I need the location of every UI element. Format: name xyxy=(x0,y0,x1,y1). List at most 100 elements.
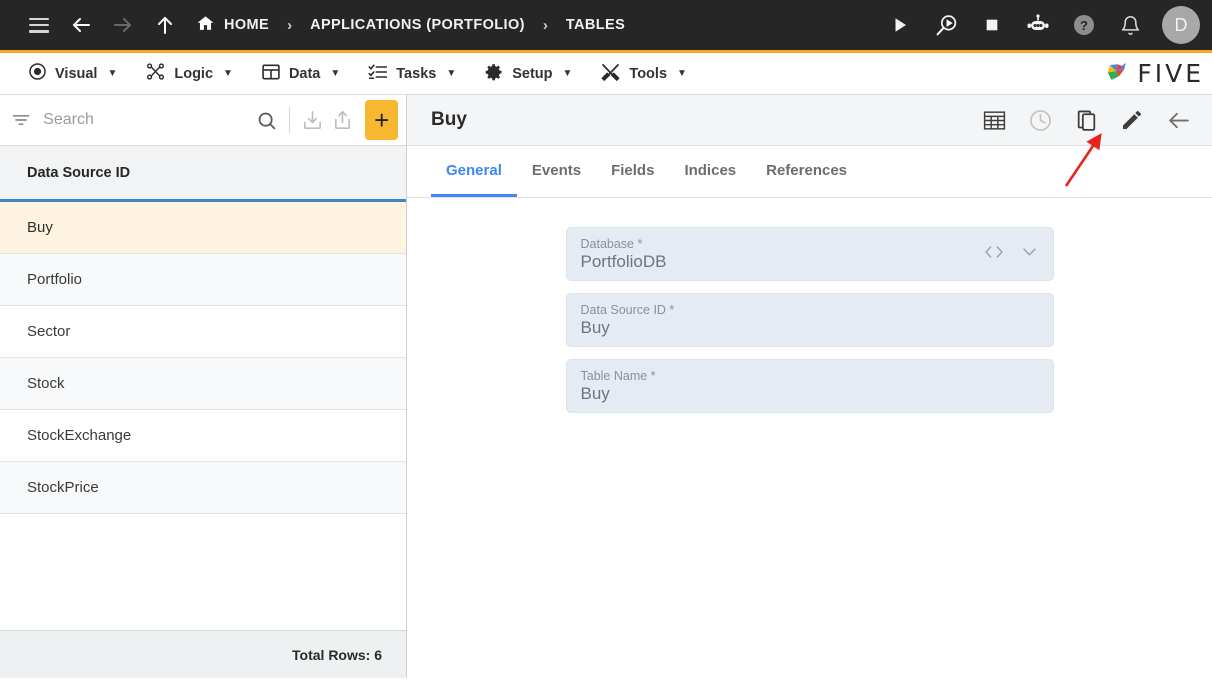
database-field-label: Database * xyxy=(580,236,643,251)
breadcrumb-label-home: HOME xyxy=(224,17,270,33)
chevron-down-icon: ▼ xyxy=(107,68,118,79)
list-item-label: Stock xyxy=(27,375,65,392)
tab-label: References xyxy=(766,162,848,179)
list-item-stock[interactable]: Stock xyxy=(0,358,406,410)
stop-icon[interactable] xyxy=(972,5,1012,45)
bot-icon[interactable] xyxy=(1018,5,1058,45)
brand-logo: FIVE xyxy=(1101,56,1204,91)
content-tabs: General Events Fields Indices References xyxy=(407,146,1212,198)
export-icon[interactable] xyxy=(329,104,355,136)
breadcrumb: HOME › APPLICATIONS (PORTFOLIO) › TABLES xyxy=(192,14,629,37)
list-item-sector[interactable]: Sector xyxy=(0,306,406,358)
main-area: + Data Source ID Buy Portfolio Sector St… xyxy=(0,95,1212,678)
breadcrumb-item-home[interactable]: HOME xyxy=(192,14,273,37)
menu-label-tasks: Tasks xyxy=(396,65,437,82)
sidebar: + Data Source ID Buy Portfolio Sector St… xyxy=(0,95,407,678)
top-navigation-bar: HOME › APPLICATIONS (PORTFOLIO) › TABLES… xyxy=(0,0,1212,50)
table-icon xyxy=(261,62,281,86)
table-name-field-label: Table Name * xyxy=(580,368,656,383)
menu-item-setup[interactable]: Setup ▼ xyxy=(470,53,586,95)
back-arrow-icon[interactable] xyxy=(1158,100,1198,140)
menu-item-tasks[interactable]: Tasks ▼ xyxy=(354,53,470,95)
table-name-field[interactable]: Table Name * Buy xyxy=(565,359,1054,413)
filter-icon[interactable] xyxy=(10,110,31,130)
menu-label-setup: Setup xyxy=(512,65,553,82)
content-panel: Buy General Events Fields Indices Refere… xyxy=(407,95,1212,678)
arrow-forward-icon[interactable] xyxy=(102,4,144,46)
hamburger-icon[interactable] xyxy=(18,4,60,46)
tab-label: Fields xyxy=(611,162,655,179)
tab-label: Events xyxy=(531,162,582,179)
tab-label: Indices xyxy=(684,162,737,179)
table-view-icon[interactable] xyxy=(974,100,1014,140)
list-item-label: StockExchange xyxy=(27,427,132,444)
menu-label-visual: Visual xyxy=(55,65,98,82)
breadcrumb-label-tables: TABLES xyxy=(565,17,626,33)
breadcrumb-label-applications: APPLICATIONS (PORTFOLIO) xyxy=(310,17,525,33)
avatar[interactable]: D xyxy=(1162,6,1200,44)
menu-item-visual[interactable]: Visual ▼ xyxy=(14,53,131,95)
chevron-down-icon: ▼ xyxy=(446,68,457,79)
checklist-icon xyxy=(368,62,388,86)
help-icon[interactable]: ? xyxy=(1064,5,1104,45)
tab-general[interactable]: General xyxy=(431,147,517,197)
data-source-id-field-label: Data Source ID * xyxy=(580,302,675,317)
notifications-icon[interactable] xyxy=(1110,5,1150,45)
top-nav-controls xyxy=(18,4,186,46)
list-item-label: Portfolio xyxy=(27,271,83,288)
menu-label-logic: Logic xyxy=(174,65,214,82)
tab-fields[interactable]: Fields xyxy=(596,147,669,197)
svg-text:?: ? xyxy=(1080,18,1088,33)
tab-events[interactable]: Events xyxy=(517,147,596,197)
content-header-actions xyxy=(974,100,1198,140)
table-name-field-value: Buy xyxy=(580,383,610,403)
arrow-up-icon[interactable] xyxy=(144,4,186,46)
total-rows-label: Total Rows: 6 xyxy=(0,630,406,678)
list-item-stockexchange[interactable]: StockExchange xyxy=(0,410,406,462)
duplicate-copy-icon[interactable] xyxy=(1066,100,1106,140)
data-source-id-field-value: Buy xyxy=(580,317,610,337)
data-source-id-field[interactable]: Data Source ID * Buy xyxy=(565,293,1054,347)
debug-icon[interactable] xyxy=(926,5,966,45)
breadcrumb-separator-2: › xyxy=(542,16,548,34)
database-field-icons xyxy=(984,242,1039,266)
plus-icon: + xyxy=(374,105,390,135)
home-icon xyxy=(196,14,215,37)
list-item-stockprice[interactable]: StockPrice xyxy=(0,462,406,514)
sidebar-toolbar: + xyxy=(0,95,406,146)
top-nav-actions: ? D xyxy=(880,5,1200,45)
menu-label-data: Data xyxy=(288,65,321,82)
data-source-list: Buy Portfolio Sector Stock StockExchange… xyxy=(0,202,406,630)
database-field[interactable]: Database * PortfolioDB xyxy=(565,227,1054,281)
run-icon[interactable] xyxy=(880,5,920,45)
list-item-buy[interactable]: Buy xyxy=(0,202,406,254)
menu-item-data[interactable]: Data ▼ xyxy=(247,53,354,95)
menu-item-tools[interactable]: Tools ▼ xyxy=(586,53,701,95)
list-item-label: Sector xyxy=(27,323,71,340)
list-item-label: StockPrice xyxy=(27,479,99,496)
arrow-back-icon[interactable] xyxy=(60,4,102,46)
search-icon[interactable] xyxy=(254,110,278,131)
chevron-down-icon: ▼ xyxy=(330,68,341,79)
toolbar-divider xyxy=(288,107,290,133)
chevron-down-icon: ▼ xyxy=(677,68,687,79)
code-brackets-icon[interactable] xyxy=(984,244,1004,265)
list-item-portfolio[interactable]: Portfolio xyxy=(0,254,406,306)
import-icon[interactable] xyxy=(299,104,325,136)
search-input[interactable] xyxy=(35,111,251,129)
history-clock-icon[interactable] xyxy=(1020,100,1060,140)
list-column-header: Data Source ID xyxy=(0,146,406,202)
tab-indices[interactable]: Indices xyxy=(669,147,751,197)
menu-label-tools: Tools xyxy=(629,65,668,82)
menu-item-logic[interactable]: Logic ▼ xyxy=(131,53,247,95)
tab-references[interactable]: References xyxy=(751,147,862,197)
breadcrumb-item-applications[interactable]: APPLICATIONS (PORTFOLIO) xyxy=(306,17,529,33)
application-menu-bar: Visual ▼ Logic ▼ Data ▼ Tasks ▼ Setup ▼ … xyxy=(0,50,1212,95)
add-button[interactable]: + xyxy=(365,100,398,140)
page-title: Buy xyxy=(431,109,467,130)
chevron-down-icon[interactable] xyxy=(1020,242,1039,266)
edit-pencil-icon[interactable] xyxy=(1112,100,1152,140)
brand-name: FIVE xyxy=(1137,59,1204,88)
tab-label: General xyxy=(446,162,502,179)
breadcrumb-item-tables[interactable]: TABLES xyxy=(562,17,629,33)
